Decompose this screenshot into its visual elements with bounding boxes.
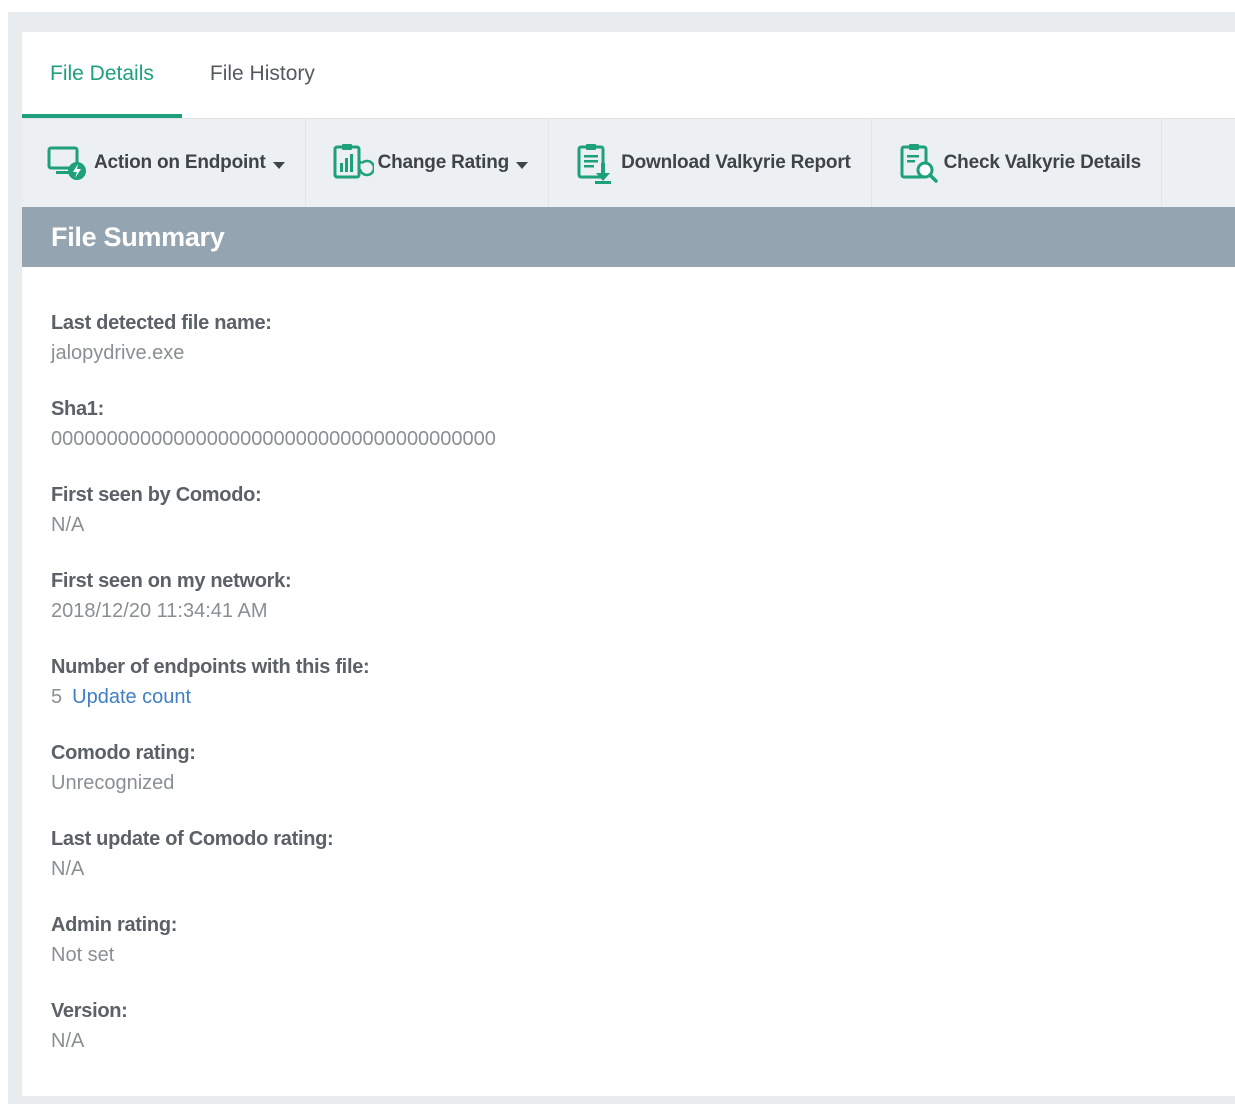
- update-count-link[interactable]: Update count: [72, 686, 191, 708]
- section-title: File Summary: [51, 221, 225, 252]
- file-details-panel: File Details File History Action on Endp…: [22, 32, 1235, 1096]
- field-value: N/A: [51, 1030, 85, 1052]
- field-last-update-rating: Last update of Comodo rating: N/A: [51, 824, 1201, 910]
- field-label: Last detected file name:: [51, 312, 272, 334]
- top-strip: [0, 0, 1235, 12]
- clipboard-search-icon: [896, 141, 940, 185]
- field-value: N/A: [51, 514, 85, 536]
- change-rating-button[interactable]: Change Rating: [306, 118, 550, 208]
- field-version: Version: N/A: [51, 996, 1201, 1082]
- field-first-seen-on-network: First seen on my network: 2018/12/20 11:…: [51, 566, 1201, 652]
- tab-file-details[interactable]: File Details: [22, 32, 182, 118]
- change-rating-label: Change Rating: [377, 152, 510, 173]
- field-label: Comodo rating:: [51, 742, 196, 764]
- field-value: 2018/12/20 11:34:41 AM: [51, 600, 268, 622]
- field-label: Sha1:: [51, 398, 104, 420]
- download-valkyrie-report-label: Download Valkyrie Report: [621, 152, 851, 173]
- field-label: Last update of Comodo rating:: [51, 828, 334, 850]
- chevron-down-icon: [516, 161, 529, 169]
- field-label: Number of endpoints with this file:: [51, 656, 370, 678]
- tab-bar: File Details File History: [22, 32, 1235, 118]
- field-label: Admin rating:: [51, 914, 178, 936]
- action-on-endpoint-label: Action on Endpoint: [94, 152, 266, 173]
- download-valkyrie-report-button[interactable]: Download Valkyrie Report: [549, 118, 872, 208]
- endpoint-count-value: 5: [51, 686, 63, 708]
- toolbar: Action on Endpoint Change Rating Downloa…: [22, 118, 1235, 208]
- field-value: Not set: [51, 944, 115, 966]
- action-on-endpoint-button[interactable]: Action on Endpoint: [22, 118, 306, 208]
- field-sha1: Sha1: 0000000000000000000000000000000000…: [51, 394, 1201, 480]
- field-endpoints-count: Number of endpoints with this file: 5 Upd…: [51, 652, 1201, 738]
- chevron-down-icon: [272, 161, 285, 169]
- field-last-detected-file-name: Last detected file name: jalopydrive.exe: [51, 308, 1201, 394]
- field-first-seen-by-comodo: First seen by Comodo: N/A: [51, 480, 1201, 566]
- field-value: 0000000000000000000000000000000000000000: [51, 428, 496, 450]
- file-summary-fields: Last detected file name: jalopydrive.exe…: [51, 308, 1201, 1082]
- field-admin-rating: Admin rating: Not set: [51, 910, 1201, 996]
- tab-file-history[interactable]: File History: [182, 32, 343, 116]
- field-comodo-rating: Comodo rating: Unrecognized: [51, 738, 1201, 824]
- check-valkyrie-details-button[interactable]: Check Valkyrie Details: [872, 118, 1162, 208]
- field-label: First seen on my network:: [51, 570, 292, 592]
- field-value: jalopydrive.exe: [51, 342, 185, 364]
- check-valkyrie-details-label: Check Valkyrie Details: [943, 152, 1142, 173]
- monitor-shield-icon: [46, 141, 90, 185]
- field-label: Version:: [51, 1000, 128, 1022]
- clipboard-download-icon: [573, 141, 617, 185]
- file-summary-header: File Summary: [22, 207, 1235, 267]
- field-value: N/A: [51, 858, 85, 880]
- chart-refresh-icon: [330, 141, 374, 185]
- field-label: First seen by Comodo:: [51, 484, 262, 506]
- field-value-row: 5 Update count: [51, 682, 1201, 712]
- field-value: Unrecognized: [51, 772, 175, 794]
